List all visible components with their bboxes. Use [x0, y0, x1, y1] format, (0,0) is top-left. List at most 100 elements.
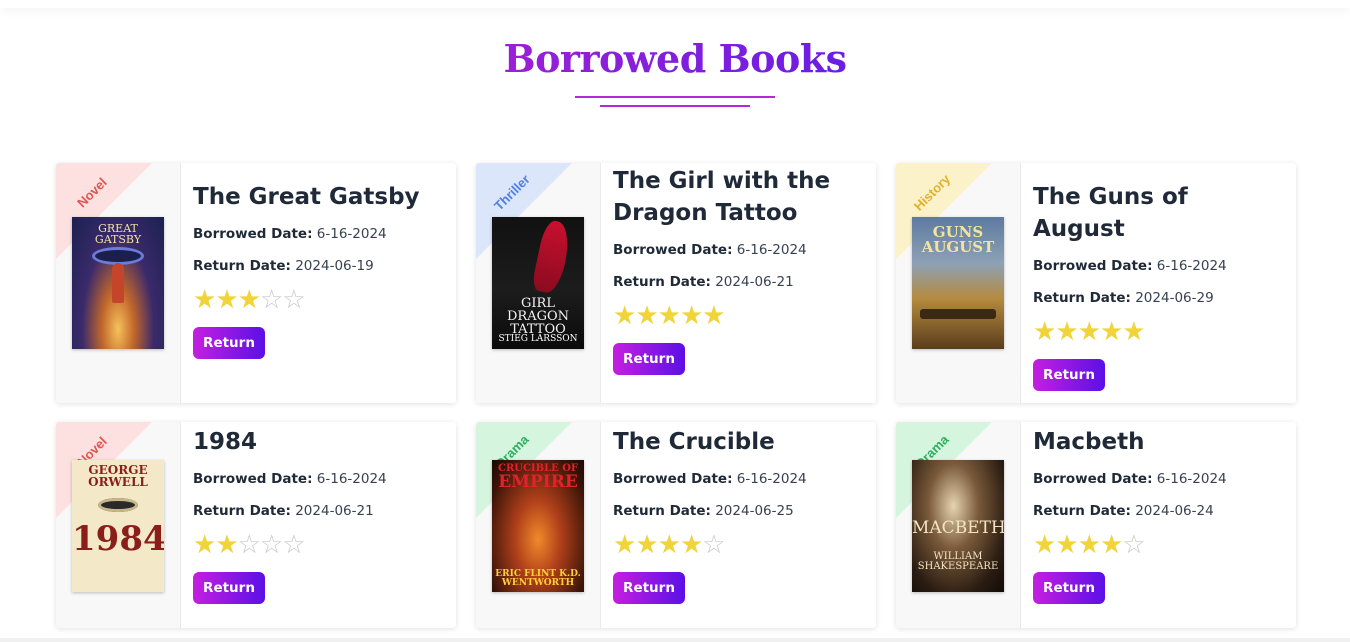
genre-label: Novel: [74, 174, 110, 211]
return-date-value: 2024-06-24: [1135, 503, 1214, 519]
borrowed-date-row: Borrowed Date: 6-16-2024: [613, 239, 864, 261]
star-filled-icon: ★: [702, 300, 725, 330]
return-date-row: Return Date: 2024-06-21: [613, 271, 864, 293]
book-cover-image: MACBETH WILLIAM SHAKESPEARE: [912, 460, 1004, 592]
return-button[interactable]: Return: [193, 327, 265, 359]
return-date-label: Return Date:: [193, 258, 291, 274]
rating-stars: ★★★★★: [1033, 317, 1284, 345]
cover-title: GUNS AUGUST: [921, 223, 995, 256]
borrowed-date-label: Borrowed Date:: [193, 226, 313, 242]
cover-dragon-icon: [530, 218, 574, 296]
book-cover-image: GUNS AUGUST: [912, 217, 1004, 349]
return-button[interactable]: Return: [613, 572, 685, 604]
borrowed-date-label: Borrowed Date:: [1033, 258, 1153, 274]
book-card: Novel GEORGE ORWELL 1984 1984 Borrowed Da…: [56, 422, 456, 628]
borrowed-date-row: Borrowed Date: 6-16-2024: [613, 468, 864, 490]
book-title: The Great Gatsby: [193, 184, 420, 210]
star-empty-icon: ☆: [237, 529, 261, 559]
return-button[interactable]: Return: [1033, 359, 1105, 391]
star-empty-icon: ☆: [702, 529, 725, 559]
genre-label: Thriller: [491, 171, 533, 214]
return-date-value: 2024-06-19: [295, 258, 374, 274]
star-filled-icon: ★: [635, 529, 658, 559]
return-date-value: 2024-06-21: [295, 503, 374, 519]
return-date-row: Return Date: 2024-06-24: [1033, 500, 1284, 522]
star-filled-icon: ★: [193, 284, 216, 314]
star-empty-icon: ☆: [259, 529, 283, 559]
star-filled-icon: ★: [1122, 316, 1145, 346]
cover-year: 1984: [72, 519, 164, 559]
return-date-label: Return Date:: [613, 503, 711, 519]
star-empty-icon: ☆: [282, 284, 305, 314]
return-date-value: 2024-06-29: [1135, 290, 1214, 306]
book-cover-image: CRUCIBLE OF EMPIRE ERIC FLINT K.D. WENTWO…: [492, 460, 584, 592]
borrowed-date-value: 6-16-2024: [1156, 258, 1227, 274]
book-card: Thriller GIRL DRAGON TATTOO STIEG LARSSON …: [476, 163, 876, 403]
borrowed-date-row: Borrowed Date: 6-16-2024: [193, 468, 444, 490]
cover-title: GREAT GATSBY: [94, 222, 142, 246]
book-title: The Crucible: [613, 429, 775, 455]
return-date-value: 2024-06-21: [715, 274, 794, 290]
star-empty-icon: ☆: [282, 529, 305, 559]
top-nav-shadow: [0, 0, 1350, 8]
star-filled-icon: ★: [1099, 316, 1123, 346]
cover-title: GEORGE ORWELL: [88, 463, 148, 489]
borrowed-date-row: Borrowed Date: 6-16-2024: [1033, 468, 1284, 490]
borrowed-date-label: Borrowed Date:: [613, 471, 733, 487]
book-card: Novel GREAT GATSBY The Great Gatsby Borro…: [56, 163, 456, 403]
book-cover-panel: History GUNS AUGUST: [896, 163, 1021, 403]
star-filled-icon: ★: [679, 300, 703, 330]
return-date-label: Return Date:: [193, 503, 291, 519]
return-date-value: 2024-06-25: [715, 503, 794, 519]
book-card: Drama CRUCIBLE OF EMPIRE ERIC FLINT K.D. …: [476, 422, 876, 628]
book-cover-panel: Drama MACBETH WILLIAM SHAKESPEARE: [896, 422, 1021, 628]
book-details: Macbeth Borrowed Date: 6-16-2024 Return …: [1033, 426, 1284, 628]
return-date-row: Return Date: 2024-06-25: [613, 500, 864, 522]
book-cover-image: GEORGE ORWELL 1984: [72, 460, 164, 592]
page-bottom-edge: [0, 638, 1350, 642]
title-underline: [575, 96, 775, 98]
rating-stars: ★★★★☆: [613, 530, 864, 558]
book-details: The Great Gatsby Borrowed Date: 6-16-202…: [193, 181, 444, 403]
page-header: Borrowed Books: [0, 33, 1350, 85]
cover-horizon-icon: [920, 309, 996, 319]
borrowed-date-label: Borrowed Date:: [613, 242, 733, 258]
return-button[interactable]: Return: [193, 572, 265, 604]
book-details: The Girl with the Dragon Tattoo Borrowed…: [613, 165, 864, 403]
borrowed-date-row: Borrowed Date: 6-16-2024: [193, 223, 444, 245]
borrowed-date-row: Borrowed Date: 6-16-2024: [1033, 255, 1284, 277]
book-cover-panel: Novel GEORGE ORWELL 1984: [56, 422, 181, 628]
return-date-label: Return Date:: [613, 274, 711, 290]
rating-stars: ★★★★★: [613, 301, 864, 329]
return-button[interactable]: Return: [1033, 572, 1105, 604]
rating-stars: ★★☆☆☆: [193, 530, 444, 558]
borrowed-date-value: 6-16-2024: [736, 242, 807, 258]
return-date-row: Return Date: 2024-06-21: [193, 500, 444, 522]
star-empty-icon: ☆: [259, 284, 283, 314]
rating-stars: ★★★☆☆: [193, 285, 444, 313]
borrowed-date-value: 6-16-2024: [1156, 471, 1227, 487]
star-filled-icon: ★: [1033, 529, 1056, 559]
return-date-label: Return Date:: [1033, 290, 1131, 306]
star-filled-icon: ★: [1077, 529, 1101, 559]
book-details: The Guns of August Borrowed Date: 6-16-2…: [1033, 181, 1284, 403]
star-filled-icon: ★: [679, 529, 703, 559]
star-filled-icon: ★: [613, 300, 636, 330]
borrowed-date-value: 6-16-2024: [736, 471, 807, 487]
star-filled-icon: ★: [613, 529, 636, 559]
return-date-row: Return Date: 2024-06-19: [193, 255, 444, 277]
page-title: Borrowed Books: [503, 33, 847, 85]
cover-title: CRUCIBLE OF EMPIRE: [497, 463, 579, 492]
book-title: The Guns of August: [1033, 184, 1188, 242]
return-button[interactable]: Return: [613, 343, 685, 375]
book-card: History GUNS AUGUST The Guns of August Bo…: [896, 163, 1296, 403]
cover-title: GIRL DRAGON TATTOO: [506, 296, 570, 337]
star-empty-icon: ☆: [1122, 529, 1145, 559]
star-filled-icon: ★: [193, 529, 216, 559]
book-cover-image: GREAT GATSBY: [72, 217, 164, 349]
star-filled-icon: ★: [215, 529, 238, 559]
genre-label: History: [910, 171, 954, 214]
star-filled-icon: ★: [1077, 316, 1101, 346]
star-filled-icon: ★: [657, 529, 681, 559]
return-date-label: Return Date:: [1033, 503, 1131, 519]
